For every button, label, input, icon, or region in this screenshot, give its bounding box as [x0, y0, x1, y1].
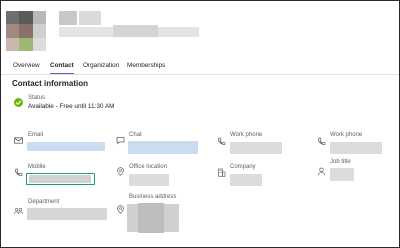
- avatar-pixel: [19, 11, 33, 25]
- phone-icon: [218, 137, 226, 145]
- chat-value-redacted[interactable]: [128, 141, 198, 154]
- job-title-value-redacted[interactable]: [330, 168, 354, 181]
- department-value-redacted[interactable]: [27, 208, 107, 220]
- work-phone-label: Work phone: [330, 132, 363, 138]
- avatar-pixel: [19, 37, 33, 51]
- people-icon: [14, 207, 23, 215]
- work-phone-value-redacted[interactable]: [330, 142, 382, 154]
- mobile-label: Mobile: [28, 164, 46, 170]
- phone-icon: [15, 168, 23, 176]
- job-title-label: Job title: [330, 159, 351, 165]
- phone-icon: [318, 137, 326, 145]
- tabs-divider: [1, 74, 399, 75]
- profile-header: [1, 1, 399, 59]
- tab-organization[interactable]: Organization: [83, 62, 119, 69]
- department-label: Department: [28, 199, 60, 205]
- available-status-icon: [14, 98, 23, 107]
- avatar: [6, 11, 46, 51]
- name-redacted: [113, 25, 158, 37]
- avatar-pixel: [32, 37, 46, 51]
- avatar-pixel: [6, 24, 20, 38]
- name-redacted: [79, 11, 101, 25]
- mobile-highlight-box: [26, 173, 95, 185]
- avatar-pixel: [32, 24, 46, 38]
- tab-overview[interactable]: Overview: [13, 62, 40, 69]
- work-phone-value-redacted[interactable]: [230, 142, 282, 154]
- business-address-label: Business address: [129, 194, 177, 200]
- status-label: Status: [28, 95, 46, 101]
- person-icon: [318, 167, 325, 176]
- contact-card-window: Overview Contact Organization Membership…: [0, 0, 400, 248]
- status-value: Available - Free until 11:30 AM: [28, 103, 115, 110]
- avatar-pixel: [6, 37, 20, 51]
- tab-memberships[interactable]: Memberships: [127, 62, 165, 69]
- location-icon: [117, 205, 124, 214]
- avatar-pixel: [19, 24, 33, 38]
- work-phone-label: Work phone: [230, 132, 263, 138]
- email-value-redacted[interactable]: [27, 142, 105, 151]
- mail-icon: [14, 137, 23, 144]
- chat-icon: [116, 137, 125, 145]
- name-redacted: [59, 11, 77, 25]
- building-icon: [218, 168, 226, 177]
- email-label: Email: [28, 132, 44, 138]
- office-location-value-redacted[interactable]: [129, 174, 169, 186]
- company-value-redacted[interactable]: [230, 174, 262, 186]
- location-icon: [117, 167, 124, 176]
- profile-tabs: Overview Contact Organization Membership…: [1, 59, 399, 75]
- office-location-label: Office location: [129, 164, 167, 170]
- business-address-value-redacted: [138, 203, 164, 233]
- avatar-pixel: [32, 11, 46, 25]
- avatar-pixel: [6, 11, 20, 25]
- tab-contact[interactable]: Contact: [50, 62, 74, 69]
- chat-label: Chat: [129, 132, 142, 138]
- company-label: Company: [230, 164, 256, 170]
- section-title: Contact information: [12, 79, 88, 88]
